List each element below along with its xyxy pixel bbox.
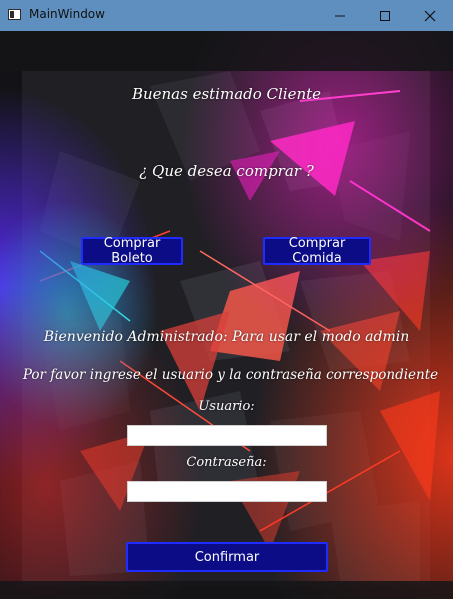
main-window-content: Buenas estimado Cliente ¿ Que desea comp… — [0, 31, 453, 599]
title-bar: MainWindow — [0, 0, 453, 31]
usuario-input[interactable] — [127, 425, 327, 446]
close-button[interactable] — [407, 0, 453, 31]
maximize-button[interactable] — [362, 0, 408, 31]
close-icon — [424, 10, 436, 21]
confirmar-button[interactable]: Confirmar — [126, 542, 328, 572]
question-label: ¿ Que desea comprar ? — [139, 162, 314, 180]
contrasena-label: Contraseña: — [186, 455, 267, 470]
contrasena-input[interactable] — [127, 481, 327, 502]
comprar-comida-button[interactable]: Comprar Comida — [263, 236, 371, 266]
window-title: MainWindow — [29, 7, 105, 21]
comprar-boleto-button[interactable]: Comprar Boleto — [81, 236, 183, 266]
admin-instructions-label: Por favor ingrese el usuario y la contra… — [22, 367, 439, 383]
usuario-label: Usuario: — [198, 399, 255, 414]
abstract-shards-background — [0, 31, 453, 599]
minimize-icon — [335, 15, 345, 16]
greeting-label: Buenas estimado Cliente — [131, 85, 322, 103]
maximize-icon — [380, 10, 390, 21]
admin-welcome-label: Bienvenido Administrado: Para usar el mo… — [43, 329, 410, 345]
minimize-button[interactable] — [317, 0, 363, 31]
app-window-icon — [8, 9, 21, 20]
